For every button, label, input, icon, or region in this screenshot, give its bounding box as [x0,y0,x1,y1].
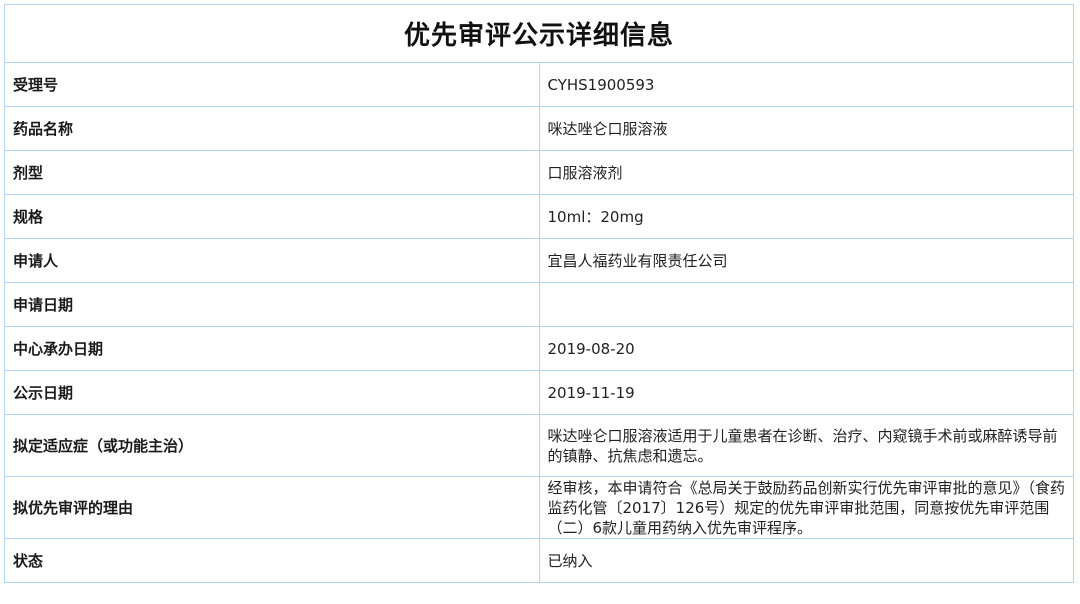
specification-value: 10ml：20mg [538,194,1074,239]
table-row-priority-reason: 拟优先审评的理由 经审核，本申请符合《总局关于鼓励药品创新实行优先审评审批的意见… [4,476,1074,539]
applicant-label: 申请人 [4,238,540,283]
table-row-drug-name: 药品名称 咪达唑仑口服溶液 [4,106,1074,151]
acceptance-no-value: CYHS1900593 [538,62,1074,107]
title-row: 优先审评公示详细信息 [4,4,1074,63]
status-value: 已纳入 [538,538,1074,583]
publicity-date-value: 2019-11-19 [538,370,1074,415]
acceptance-no-label: 受理号 [4,62,540,107]
drug-name-value: 咪达唑仑口服溶液 [538,106,1074,151]
table-row-publicity-date: 公示日期 2019-11-19 [4,370,1074,415]
indication-label: 拟定适应症（或功能主治） [4,414,540,477]
priority-reason-label: 拟优先审评的理由 [4,476,540,539]
dosage-form-value: 口服溶液剂 [538,150,1074,195]
page-title: 优先审评公示详细信息 [4,4,1074,63]
publicity-date-label: 公示日期 [4,370,540,415]
table-row-applicant: 申请人 宜昌人福药业有限责任公司 [4,238,1074,283]
dosage-form-label: 剂型 [4,150,540,195]
table-row-specification: 规格 10ml：20mg [4,194,1074,239]
application-date-value [538,282,1074,327]
drug-name-label: 药品名称 [4,106,540,151]
detail-table: 优先审评公示详细信息 受理号 CYHS1900593 药品名称 咪达唑仑口服溶液… [4,4,1074,583]
center-undertake-date-value: 2019-08-20 [538,326,1074,371]
center-undertake-date-label: 中心承办日期 [4,326,540,371]
application-date-label: 申请日期 [4,282,540,327]
applicant-value: 宜昌人福药业有限责任公司 [538,238,1074,283]
status-label: 状态 [4,538,540,583]
table-row-application-date: 申请日期 [4,282,1074,327]
indication-value: 咪达唑仑口服溶液适用于儿童患者在诊断、治疗、内窥镜手术前或麻醉诱导前的镇静、抗焦… [538,414,1074,477]
table-row-indication: 拟定适应症（或功能主治） 咪达唑仑口服溶液适用于儿童患者在诊断、治疗、内窥镜手术… [4,414,1074,477]
table-row-status: 状态 已纳入 [4,538,1074,583]
table-row-dosage-form: 剂型 口服溶液剂 [4,150,1074,195]
table-row-center-undertake-date: 中心承办日期 2019-08-20 [4,326,1074,371]
priority-reason-value: 经审核，本申请符合《总局关于鼓励药品创新实行优先审评审批的意见》（食药监药化管〔… [538,476,1074,539]
table-row-acceptance-no: 受理号 CYHS1900593 [4,62,1074,107]
specification-label: 规格 [4,194,540,239]
detail-panel: 优先审评公示详细信息 受理号 CYHS1900593 药品名称 咪达唑仑口服溶液… [4,4,1074,604]
